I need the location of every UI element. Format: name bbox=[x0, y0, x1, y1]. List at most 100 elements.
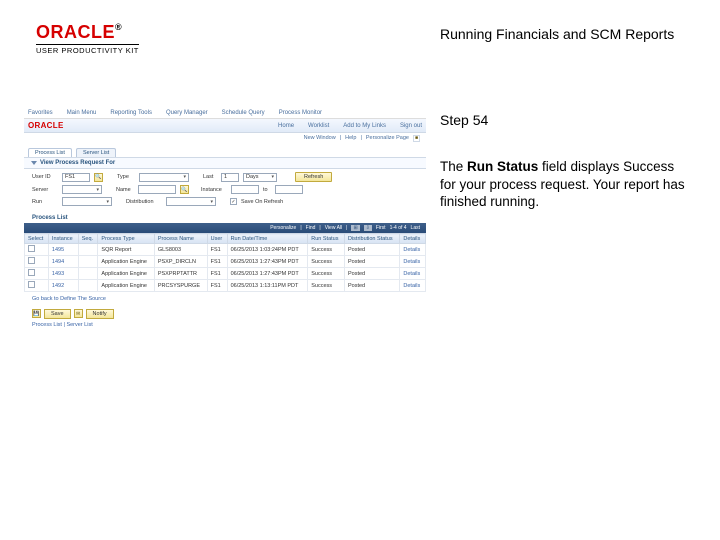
table-row: 1493Application EnginePSXPRPTATTRFS106/2… bbox=[25, 268, 426, 280]
bc-item[interactable]: Reporting Tools bbox=[110, 110, 152, 116]
row-checkbox[interactable] bbox=[28, 281, 35, 288]
breadcrumb-bar: Favorites Main Menu Reporting Tools Quer… bbox=[24, 108, 426, 119]
bc-item[interactable]: Query Manager bbox=[166, 110, 208, 116]
link-personalize[interactable]: Personalize Page bbox=[366, 135, 409, 142]
step-description: The Run Status field displays Success fo… bbox=[440, 158, 690, 211]
link-signout[interactable]: Sign out bbox=[400, 123, 422, 129]
col-diststat[interactable]: Distribution Status bbox=[344, 234, 399, 244]
input-name[interactable] bbox=[138, 185, 176, 194]
col-pname[interactable]: Process Name bbox=[154, 234, 207, 244]
logo-registered: ® bbox=[115, 22, 122, 32]
tab-server-list[interactable]: Server List bbox=[76, 148, 116, 157]
col-details[interactable]: Details bbox=[400, 234, 426, 244]
tab-process-list[interactable]: Process List bbox=[28, 148, 72, 157]
notify-icon[interactable]: ✉ bbox=[74, 309, 83, 318]
cell-details[interactable]: Details bbox=[400, 280, 426, 292]
select-server[interactable]: ▾ bbox=[62, 185, 102, 194]
link-home[interactable]: Home bbox=[278, 123, 294, 129]
col-rundt[interactable]: Run Date/Time bbox=[227, 234, 308, 244]
global-links: Home Worklist Add to My Links Sign out bbox=[278, 123, 422, 129]
link-addmylinks[interactable]: Add to My Links bbox=[343, 123, 386, 129]
bc-item[interactable]: Main Menu bbox=[67, 110, 97, 116]
cell-runstat: Success bbox=[308, 256, 345, 268]
cell-runstat: Success bbox=[308, 280, 345, 292]
oracle-logo-block: ORACLE® USER PRODUCTIVITY KIT bbox=[36, 22, 139, 55]
logo-subtitle: USER PRODUCTIVITY KIT bbox=[36, 44, 139, 55]
cell-ptype: Application Engine bbox=[98, 268, 154, 280]
collapse-icon[interactable] bbox=[31, 161, 37, 165]
col-runstat[interactable]: Run Status bbox=[308, 234, 345, 244]
grid-viewall[interactable]: View All bbox=[325, 225, 342, 231]
cell-instance[interactable]: 1493 bbox=[48, 268, 78, 280]
bottom-tab-links[interactable]: Process List | Server List bbox=[24, 322, 426, 328]
cell-select[interactable] bbox=[25, 268, 49, 280]
cell-select[interactable] bbox=[25, 256, 49, 268]
cell-details[interactable]: Details bbox=[400, 256, 426, 268]
col-seq[interactable]: Seq. bbox=[78, 234, 98, 244]
lookup-icon[interactable]: 🔍 bbox=[180, 185, 189, 194]
input-last[interactable]: 1 bbox=[221, 173, 239, 182]
bc-item[interactable]: Favorites bbox=[28, 110, 53, 116]
cell-details[interactable]: Details bbox=[400, 268, 426, 280]
chevron-down-icon: ▾ bbox=[183, 174, 186, 180]
cell-diststat: Posted bbox=[344, 268, 399, 280]
notify-button[interactable]: Notify bbox=[86, 309, 114, 319]
col-select[interactable]: Select bbox=[25, 234, 49, 244]
oracle-logo: ORACLE® bbox=[36, 22, 139, 43]
chevron-down-icon: ▾ bbox=[106, 199, 109, 205]
col-instance[interactable]: Instance bbox=[48, 234, 78, 244]
cell-select[interactable] bbox=[25, 244, 49, 256]
refresh-button[interactable]: Refresh bbox=[295, 172, 332, 182]
col-ptype[interactable]: Process Type bbox=[98, 234, 154, 244]
grid-find[interactable]: Find bbox=[306, 225, 316, 231]
select-diststatus[interactable]: ▾ bbox=[166, 197, 216, 206]
cell-instance[interactable]: 1494 bbox=[48, 256, 78, 268]
cell-select[interactable] bbox=[25, 280, 49, 292]
chevron-down-icon: ▾ bbox=[210, 199, 213, 205]
app-logo: ORACLE bbox=[28, 121, 64, 130]
go-back-link[interactable]: Go back to Define The Source bbox=[24, 292, 426, 306]
cell-details[interactable]: Details bbox=[400, 244, 426, 256]
col-user[interactable]: User bbox=[207, 234, 227, 244]
cell-ptype: Application Engine bbox=[98, 256, 154, 268]
row-checkbox[interactable] bbox=[28, 269, 35, 276]
process-table: Select Instance Seq. Process Type Proces… bbox=[24, 233, 426, 292]
app-screenshot: Favorites Main Menu Reporting Tools Quer… bbox=[24, 108, 426, 308]
download-icon[interactable]: ⇩ bbox=[364, 225, 372, 231]
http-icon[interactable]: ■ bbox=[413, 135, 420, 142]
lbl-dist: Distribution bbox=[126, 199, 162, 205]
link-help[interactable]: Help bbox=[345, 135, 356, 142]
grid-personalize[interactable]: Personalize bbox=[270, 225, 296, 231]
cell-instance[interactable]: 1492 bbox=[48, 280, 78, 292]
lbl-save-on-refresh: Save On Refresh bbox=[241, 199, 283, 205]
select-last-unit[interactable]: Days▾ bbox=[243, 173, 277, 182]
table-header-row: Select Instance Seq. Process Type Proces… bbox=[25, 234, 426, 244]
lookup-icon[interactable]: 🔍 bbox=[94, 173, 103, 182]
lbl-userid: User ID bbox=[32, 174, 58, 180]
row-checkbox[interactable] bbox=[28, 245, 35, 252]
save-icon[interactable]: 💾 bbox=[32, 309, 41, 318]
row-checkbox[interactable] bbox=[28, 257, 35, 264]
save-button[interactable]: Save bbox=[44, 309, 71, 319]
zoom-icon[interactable]: ⊞ bbox=[351, 225, 359, 231]
bc-item[interactable]: Schedule Query bbox=[222, 110, 265, 116]
page-utility-links: New Window | Help | Personalize Page ■ bbox=[24, 133, 426, 143]
input-userid[interactable]: FS1 bbox=[62, 173, 90, 182]
button-row: 💾 Save ✉ Notify bbox=[24, 306, 426, 322]
link-worklist[interactable]: Worklist bbox=[308, 123, 329, 129]
bc-item[interactable]: Process Monitor bbox=[279, 110, 322, 116]
input-instance-to[interactable] bbox=[275, 185, 303, 194]
select-runstatus[interactable]: ▾ bbox=[62, 197, 112, 206]
input-instance[interactable] bbox=[231, 185, 259, 194]
cell-rundt: 06/25/2013 1:13:11PM PDT bbox=[227, 280, 308, 292]
grid-last[interactable]: Last bbox=[411, 225, 420, 231]
cell-pname: PSXPRPTATTR bbox=[154, 268, 207, 280]
link-new-window[interactable]: New Window bbox=[304, 135, 336, 142]
logo-text: ORACLE bbox=[36, 22, 115, 42]
cell-diststat: Posted bbox=[344, 256, 399, 268]
grid-first[interactable]: First bbox=[376, 225, 386, 231]
cell-instance[interactable]: 1495 bbox=[48, 244, 78, 256]
cell-seq bbox=[78, 256, 98, 268]
select-type[interactable]: ▾ bbox=[139, 173, 189, 182]
checkbox-save-on-refresh[interactable]: ✓ bbox=[230, 198, 237, 205]
